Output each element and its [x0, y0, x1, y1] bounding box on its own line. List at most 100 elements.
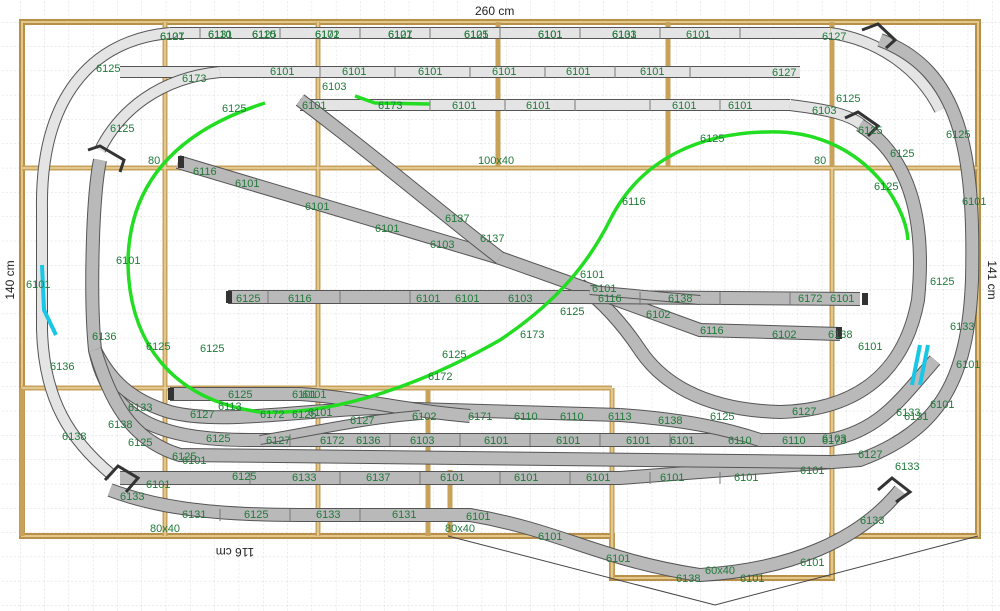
track-part-label: 6101 — [308, 407, 332, 419]
track-part-label: 6125 — [874, 181, 898, 193]
track-part-label: 6172 — [320, 435, 344, 447]
track-part-label: 6125 — [560, 306, 584, 318]
track-part-label: 6101 — [342, 66, 366, 78]
track-part-label: 6103 — [508, 293, 532, 305]
track-part-label: 6125 — [200, 343, 224, 355]
track-part-label: 6101 — [640, 66, 664, 78]
track-part-label: 6125 — [244, 509, 268, 521]
track-part-label: 6138 — [658, 415, 682, 427]
track-part-label: 6101 — [592, 283, 616, 295]
track-part-label: 6101 — [305, 201, 329, 213]
track-part-label: 6103 — [410, 435, 434, 447]
track-part-label: 6136 — [356, 435, 380, 447]
track-part-label: 6101 — [484, 435, 508, 447]
track-part-label: 6101 — [670, 435, 694, 447]
track-part-label: 6125 — [442, 349, 466, 361]
track-part-label: 6101 — [416, 293, 440, 305]
track-part-label: 6101 — [556, 435, 580, 447]
dimension-bottom: 116 cm — [216, 545, 254, 559]
board-label: 80x40 — [150, 523, 180, 535]
track-part-label: 6116 — [622, 196, 646, 208]
track-part-label: 6133 — [950, 321, 974, 333]
track-part-label: 6173 — [378, 100, 402, 112]
track-part-label: 6173 — [520, 329, 544, 341]
track-part-label: 6101 — [182, 455, 206, 467]
track-part-label: 6127 — [266, 435, 290, 447]
track-part-label: 6101 — [686, 29, 710, 41]
track-part-label: 6102 — [412, 411, 436, 423]
track-part-label: 6110 — [728, 435, 752, 447]
track-part-label: 6125 — [890, 148, 914, 160]
track-part-label: 6131 — [208, 29, 232, 41]
track-part-label: 6101 — [962, 196, 986, 208]
track-part-label: 6125 — [232, 471, 256, 483]
track-part-label: 6138 — [668, 293, 692, 305]
track-part-label: 6133 — [120, 491, 144, 503]
track-part-label: 6127 — [388, 29, 412, 41]
track-part-label: 6133 — [895, 461, 919, 473]
track-part-label: 6101 — [26, 279, 50, 291]
track-part-label: 6102 — [646, 309, 670, 321]
board-label: 60x40 — [705, 565, 735, 577]
track-part-label: 6125 — [700, 133, 724, 145]
board-label: 80 — [148, 155, 160, 167]
track-part-label: 6116 — [700, 325, 724, 337]
track-part-label: 6172 — [428, 371, 452, 383]
track-part-label: 6101 — [930, 399, 954, 411]
track-part-label: 6101 — [728, 100, 752, 112]
track-part-label: 6101 — [116, 255, 140, 267]
track-part-label: 6133 — [292, 472, 316, 484]
track-part-label: 6125 — [128, 437, 152, 449]
track-part-label: 6125 — [146, 341, 170, 353]
track-part-label: 6136 — [92, 331, 116, 343]
track-part-label: 6131 — [392, 509, 416, 521]
track-part-label: 6125 — [96, 63, 120, 75]
track-part-label: 6101 — [580, 269, 604, 281]
board-label: 100x40 — [478, 155, 514, 167]
track-part-label: 6101 — [606, 553, 630, 565]
track-part-label: 6113 — [218, 401, 242, 413]
track-part-label: 6101 — [292, 389, 316, 401]
track-part-label: 6125 — [946, 129, 970, 141]
track-part-label: 6101 — [858, 341, 882, 353]
track-part-label: 6172 — [315, 29, 339, 41]
track-part-label: 6138 — [828, 329, 852, 341]
track-part-label: 6138 — [62, 431, 86, 443]
track-part-label: 6133 — [860, 515, 884, 527]
track-part-label: 6138 — [108, 419, 132, 431]
track-part-label: 6172 — [260, 409, 284, 421]
track-part-label: 6125 — [222, 103, 246, 115]
track-part-label: 6101 — [956, 359, 980, 371]
track-part-label: 6116 — [193, 166, 217, 178]
track-part-label: 6131 — [182, 509, 206, 521]
track-part-label: 6133 — [128, 402, 152, 414]
track-part-label: 6133 — [896, 407, 920, 419]
track-part-label: 6101 — [734, 472, 758, 484]
dimension-left: 140 cm — [3, 260, 17, 299]
track-part-label: 6127 — [772, 67, 796, 79]
track-part-label: 6101 — [800, 465, 824, 477]
track-part-label: 6101 — [538, 531, 562, 543]
track-part-label: 6110 — [782, 435, 806, 447]
track-part-label: 6101 — [235, 178, 259, 190]
track-part-label: 6110 — [560, 411, 584, 423]
track-part-label: 6125 — [464, 29, 488, 41]
track-part-label: 6113 — [608, 411, 632, 423]
track-part-label: 6125 — [228, 389, 252, 401]
track-part-label: 6101 — [492, 66, 516, 78]
track-part-label: 6101 — [626, 435, 650, 447]
dimension-right: 141 cm — [985, 260, 999, 299]
track-part-label: 6101 — [146, 479, 170, 491]
track-part-label: 6171 — [468, 411, 492, 423]
track-part-label: 6137 — [445, 213, 469, 225]
track-part-label: 6173 — [182, 73, 206, 85]
track-part-label: 6125 — [930, 276, 954, 288]
track-part-label: 6125 — [236, 293, 260, 305]
track-part-label: 6133 — [316, 509, 340, 521]
track-part-label: 6127 — [350, 415, 374, 427]
track-part-label: 6103 — [430, 239, 454, 251]
track-part-label: 6110 — [514, 411, 538, 423]
track-part-label: 6125 — [710, 411, 734, 423]
track-part-label: 6103 — [812, 105, 836, 117]
track-part-label: 6125 — [836, 93, 860, 105]
